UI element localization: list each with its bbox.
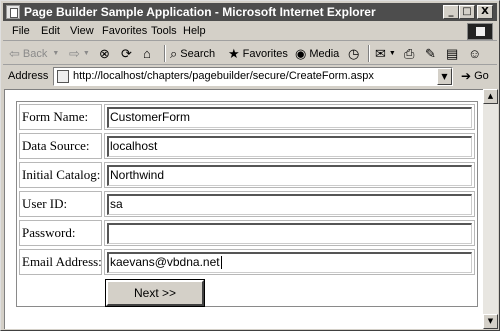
menu-view[interactable]: View [70, 25, 94, 37]
search-icon: ⌕ [170, 46, 178, 61]
next-button[interactable]: Next >> [105, 279, 205, 307]
print-icon: ⎙ [404, 46, 415, 61]
email-address-value: kaevans@vbdna.net [110, 255, 220, 269]
forward-dropdown-icon[interactable]: ▼ [83, 50, 90, 57]
form-cell: localhost [104, 133, 475, 159]
go-arrow-icon: ➔ [461, 69, 472, 83]
scroll-down-arrow-icon[interactable]: ▼ [483, 314, 498, 329]
address-url[interactable]: http://localhost/chapters/pagebuilder/se… [73, 70, 374, 82]
go-button[interactable]: ➔ Go [461, 69, 489, 83]
close-button[interactable]: X [477, 5, 493, 19]
back-arrow-icon: ⇦ [9, 46, 20, 61]
vertical-scrollbar[interactable]: ▲ ▼ [483, 89, 498, 329]
form-row-submit: Next >> [19, 278, 477, 307]
menu-file[interactable]: File [12, 25, 30, 37]
search-button[interactable]: ⌕ Search [170, 45, 215, 62]
password-label: Password: [19, 220, 102, 246]
browser-window: Page Builder Sample Application - Micros… [0, 0, 500, 331]
stop-button[interactable]: ⊗ [99, 45, 113, 62]
edit-button[interactable]: ✎ [425, 45, 439, 62]
text-caret [220, 256, 222, 270]
refresh-icon: ⟳ [121, 46, 132, 61]
mail-icon: ✉ [375, 46, 386, 61]
forward-arrow-icon: ⇨ [69, 46, 80, 61]
form-cell: kaevans@vbdna.net [104, 249, 475, 275]
mail-dropdown-icon[interactable]: ▼ [389, 50, 396, 57]
user-id-label: User ID: [19, 191, 102, 217]
print-button[interactable]: ⎙ [404, 45, 417, 62]
edit-icon: ✎ [425, 46, 436, 61]
initial-catalog-input[interactable]: Northwind [107, 165, 472, 186]
history-icon: ◷ [348, 46, 360, 61]
home-icon: ⌂ [143, 46, 151, 61]
address-bar: Address http://localhost/chapters/pagebu… [3, 66, 497, 88]
form-name-input[interactable]: CustomerForm [107, 107, 472, 128]
form-cell: CustomerForm [104, 104, 475, 130]
form-cell [104, 220, 475, 246]
discuss-icon: ▤ [446, 46, 459, 61]
favorites-button[interactable]: ★ Favorites [228, 45, 288, 62]
form-name-label: Form Name: [19, 104, 102, 130]
toolbar-separator [368, 45, 370, 62]
create-form-table: Form Name: CustomerForm Data Source: loc… [16, 101, 478, 307]
home-button[interactable]: ⌂ [143, 45, 154, 62]
media-icon: ◉ [295, 46, 307, 61]
windows-logo-icon [467, 23, 493, 40]
window-title: Page Builder Sample Application - Micros… [24, 5, 376, 19]
favorites-icon: ★ [228, 46, 240, 61]
address-label: Address [8, 70, 49, 82]
maximize-button[interactable]: □ [459, 5, 475, 19]
scroll-up-arrow-icon[interactable]: ▲ [483, 89, 498, 104]
address-dropdown-icon[interactable]: ▼ [437, 68, 452, 85]
discuss-button[interactable]: ▤ [446, 45, 461, 62]
back-dropdown-icon[interactable]: ▼ [52, 50, 59, 57]
data-source-label: Data Source: [19, 133, 102, 159]
stop-icon: ⊗ [99, 46, 110, 61]
email-address-label: Email Address: [19, 249, 102, 275]
password-input[interactable] [107, 223, 472, 244]
title-bar: Page Builder Sample Application - Micros… [3, 3, 497, 21]
page-icon [57, 70, 69, 83]
menu-edit[interactable]: Edit [41, 25, 60, 37]
refresh-button[interactable]: ⟳ [121, 45, 135, 62]
mail-button[interactable]: ✉ ▼ [375, 45, 396, 62]
minimize-button[interactable]: _ [443, 5, 459, 19]
ie-page-icon [6, 5, 20, 19]
initial-catalog-label: Initial Catalog: [19, 162, 102, 188]
menu-bar: File Edit View Favorites Tools Help [3, 22, 497, 41]
email-address-input[interactable]: kaevans@vbdna.net [107, 252, 472, 273]
toolbar-separator [164, 45, 166, 62]
address-input[interactable]: http://localhost/chapters/pagebuilder/se… [53, 67, 453, 86]
menu-favorites[interactable]: Favorites [102, 25, 147, 37]
form-cell: sa [104, 191, 475, 217]
menu-tools[interactable]: Tools [151, 25, 177, 37]
standard-toolbar: ⇦ Back ▼ ⇨ ▼ ⊗ ⟳ ⌂ ⌕ Search ★ Favorites … [3, 42, 497, 65]
page-content: Form Name: CustomerForm Data Source: loc… [4, 89, 483, 329]
messenger-icon: ☺ [468, 46, 482, 61]
back-button[interactable]: ⇦ Back ▼ [9, 45, 59, 62]
history-button[interactable]: ◷ [348, 45, 362, 62]
messenger-button[interactable]: ☺ [468, 45, 484, 62]
media-button[interactable]: ◉ Media [295, 45, 339, 62]
user-id-input[interactable]: sa [107, 194, 472, 215]
data-source-input[interactable]: localhost [107, 136, 472, 157]
form-cell: Northwind [104, 162, 475, 188]
menu-help[interactable]: Help [183, 25, 206, 37]
forward-button[interactable]: ⇨ ▼ [69, 45, 90, 62]
